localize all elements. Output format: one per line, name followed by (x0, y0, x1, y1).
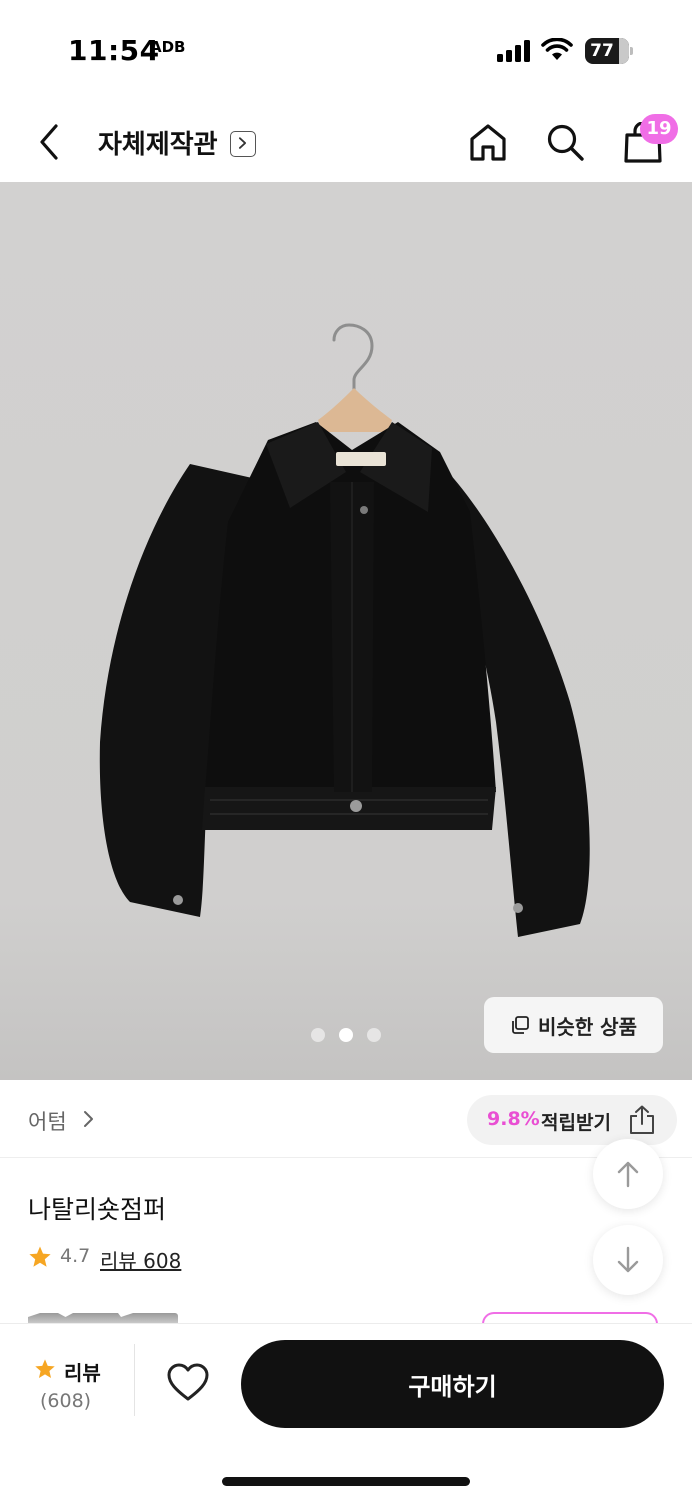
bottom-review-label: 리뷰 (64, 1361, 101, 1385)
carousel-dot-active[interactable] (339, 1028, 353, 1042)
chevron-right-icon[interactable] (80, 1109, 98, 1129)
star-icon (29, 1246, 51, 1267)
status-extra-indicator: ADB (150, 38, 186, 56)
heart-icon[interactable] (166, 1362, 210, 1402)
carousel-dot[interactable] (311, 1028, 325, 1042)
copy-icon (512, 1016, 529, 1034)
scroll-up-button[interactable] (593, 1139, 663, 1209)
top-navigation-bar: 자체제작관 19 (0, 100, 692, 182)
search-icon[interactable] (545, 122, 585, 162)
price-row-partial (28, 1313, 178, 1323)
home-icon[interactable] (468, 122, 508, 162)
scroll-down-button[interactable] (593, 1225, 663, 1295)
product-photo-jacket (99, 323, 590, 937)
brand-name-link[interactable]: 어텀 (28, 1106, 67, 1136)
divider (134, 1344, 135, 1416)
home-indicator (222, 1477, 470, 1486)
title-chevron-right-icon[interactable] (230, 131, 256, 157)
star-icon (35, 1359, 55, 1378)
points-label: 적립받기 (541, 1112, 611, 1134)
product-image-carousel[interactable]: 비슷한 상품 (0, 182, 692, 1080)
bottom-action-bar: 리뷰 (608) 구매하기 (0, 1323, 692, 1500)
page-title[interactable]: 자체제작관 (98, 124, 218, 161)
review-count-link[interactable]: 리뷰 608 (100, 1245, 181, 1274)
bottom-review-count: (608) (40, 1390, 92, 1412)
status-time: 11:54 (68, 34, 160, 67)
bottom-review-button[interactable]: 리뷰 (608) (22, 1354, 112, 1418)
similar-products-label: 비슷한 상품 (538, 1014, 637, 1039)
status-bar: 11:54 ADB 77 (0, 0, 692, 100)
battery-indicator: 77 (585, 38, 633, 64)
points-reward-chip[interactable]: 9.8% 적립받기 (467, 1095, 677, 1145)
arrow-up-icon (617, 1161, 639, 1188)
brand-row: 어텀 9.8% 적립받기 (0, 1080, 692, 1158)
buy-button[interactable]: 구매하기 (241, 1340, 664, 1428)
back-arrow-icon[interactable] (30, 122, 70, 162)
share-icon[interactable] (627, 1105, 657, 1135)
carousel-dot[interactable] (367, 1028, 381, 1042)
rating-value: 4.7 (60, 1245, 91, 1267)
wifi-icon (541, 38, 573, 60)
cellular-signal-icon (497, 40, 530, 62)
carousel-page-dots (311, 1028, 383, 1042)
points-rate: 9.8% (487, 1108, 540, 1130)
cart-count-badge: 19 (640, 114, 678, 144)
arrow-down-icon (617, 1246, 639, 1273)
product-name: 나탈리숏점퍼 (28, 1195, 167, 1224)
similar-products-button[interactable]: 비슷한 상품 (484, 997, 663, 1053)
battery-level: 77 (590, 41, 614, 61)
